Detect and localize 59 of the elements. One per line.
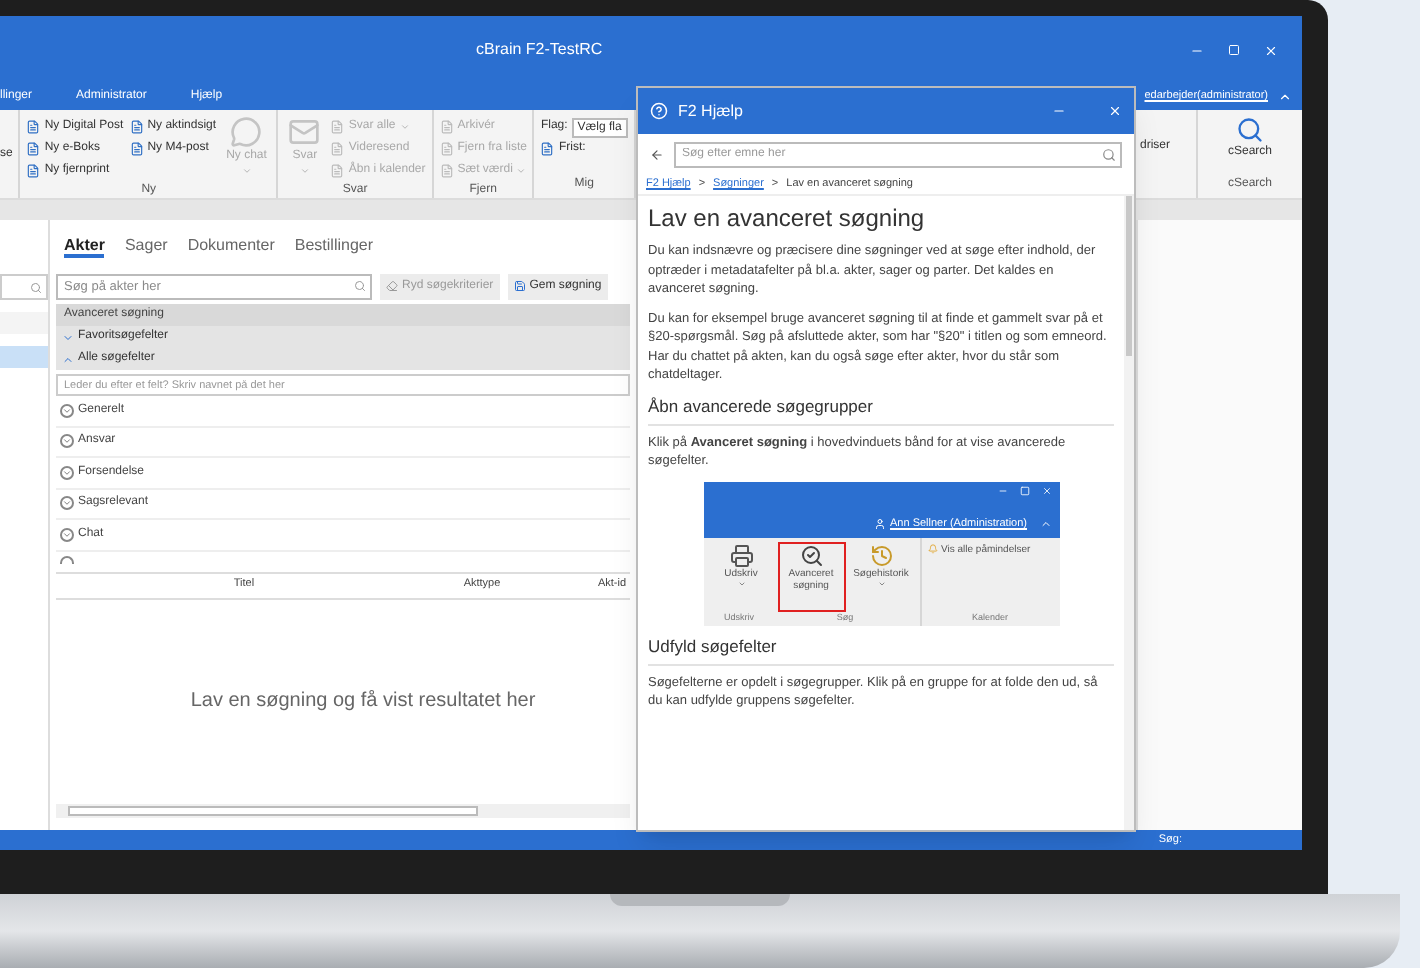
window-title: cBrain F2-TestRC: [476, 38, 603, 62]
chevron-up-icon: [62, 353, 74, 365]
maximize-icon: [1019, 485, 1029, 495]
document-icon: [26, 164, 41, 178]
disk-icon: [513, 280, 526, 292]
speech-bubble-icon: [230, 116, 263, 148]
close-icon[interactable]: [1264, 43, 1278, 57]
expand-icon: [60, 496, 74, 511]
collapse-icon: [1039, 518, 1051, 531]
expand-icon: [60, 434, 74, 449]
caret-icon: [241, 166, 252, 176]
document-icon: [129, 142, 144, 156]
empty-message: Lav en søgning og få vist resultatet her: [188, 688, 536, 717]
search-icon: [354, 280, 366, 292]
caret-icon: [516, 166, 527, 176]
vertical-scrollbar[interactable]: [1124, 196, 1134, 830]
search-icon: [30, 281, 42, 293]
expand-icon: [60, 465, 74, 480]
close-icon[interactable]: [1108, 104, 1122, 118]
document-icon: [26, 142, 41, 156]
tab[interactable]: Dokumenter: [187, 234, 275, 258]
envelope-icon: [288, 116, 321, 148]
search-icon: [1235, 116, 1264, 144]
back-arrow-icon[interactable]: [650, 147, 664, 161]
document-icon: [439, 142, 454, 156]
collapse-icon[interactable]: [1278, 90, 1292, 104]
help-heading: Lav en avanceret søgning: [648, 204, 927, 234]
document-icon: [330, 120, 345, 134]
expand-icon: [60, 403, 74, 418]
help-icon: [650, 102, 668, 120]
document-icon: [439, 120, 454, 134]
tab[interactable]: Bestillinger: [294, 234, 374, 258]
bell-icon: [927, 543, 937, 553]
user-icon: [874, 518, 887, 531]
help-subheading: Udfyld søgefelter: [648, 635, 1114, 665]
document-icon: [540, 142, 555, 156]
search-icon: [1102, 147, 1116, 161]
sidebar-search-field[interactable]: [0, 274, 48, 300]
eraser-icon: [386, 280, 398, 292]
minimize-icon[interactable]: [1052, 104, 1066, 118]
expand-icon: [60, 555, 74, 563]
document-icon: [26, 120, 41, 134]
maximize-icon[interactable]: [1228, 44, 1240, 56]
tab[interactable]: Sager: [124, 234, 168, 258]
caret-icon: [299, 166, 310, 176]
caret-icon: [399, 122, 410, 132]
expand-icon: [60, 527, 74, 542]
help-title: F2 Hjælp: [678, 99, 743, 123]
minimize-icon: [997, 485, 1007, 495]
tab[interactable]: Akter: [64, 234, 105, 258]
document-icon: [439, 164, 454, 178]
document-icon: [330, 142, 345, 156]
chevron-down-icon: [62, 331, 74, 343]
printer-icon: [729, 543, 753, 567]
help-subheading: Åbn avancerede søgegrupper: [648, 395, 1114, 425]
document-icon: [330, 164, 345, 178]
document-icon: [129, 120, 144, 134]
history-icon: [869, 543, 893, 567]
horizontal-scrollbar[interactable]: [56, 804, 630, 818]
